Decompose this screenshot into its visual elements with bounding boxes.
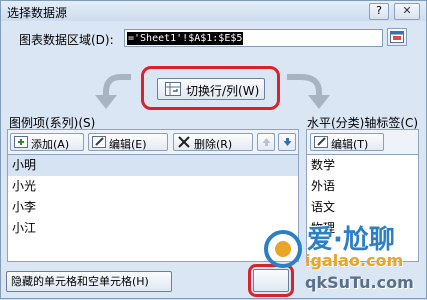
delete-series-button[interactable]: 删除(R) [173,133,253,151]
edit-axis-labels-label: 编辑(T) [331,138,369,151]
delete-icon [178,136,190,148]
edit-icon [92,136,106,148]
list-item[interactable]: 外语 [307,176,418,197]
watermark-domain: igalao.com [305,251,404,270]
help-button[interactable]: ? [369,3,389,20]
edit-axis-labels-button[interactable]: 编辑(T) [310,133,384,151]
hidden-and-empty-cells-button[interactable]: 隐藏的单元格和空单元格(H) [6,271,172,292]
list-item[interactable]: 小李 [8,197,298,218]
list-item[interactable]: 小光 [8,176,298,197]
watermark-domain-secondary: qkSuTu.com [305,273,414,292]
add-icon [14,136,28,148]
move-up-button[interactable] [257,133,275,151]
close-button[interactable]: ✕ [394,3,420,20]
data-range-value: ='Sheet1'!$A$1:$E$5 [127,32,244,45]
data-range-input[interactable]: ='Sheet1'!$A$1:$E$5 [124,29,383,47]
list-item[interactable]: 小江 [8,218,298,239]
collapse-dialog-icon [390,31,404,43]
edit-icon [314,136,328,148]
edit-series-button[interactable]: 编辑(E) [88,133,168,151]
legend-series-list: 小明 小光 小李 小江 [7,154,299,262]
dialog-title: 选择数据源 [7,6,68,20]
watermark-logo-icon [264,230,302,268]
add-series-label: 添加(A) [31,138,70,151]
arrow-up-icon [262,138,271,146]
list-item[interactable]: 小明 [8,155,298,176]
legend-toolbar: 添加(A) 编辑(E) 删除(R) [7,129,299,154]
list-item[interactable]: 语文 [307,197,418,218]
edit-series-label: 编辑(E) [109,138,147,151]
delete-series-label: 删除(R) [194,138,233,151]
data-range-label: 图表数据区域(D): [19,33,114,47]
move-down-button[interactable] [278,133,296,151]
switch-button-highlight [141,66,280,110]
add-series-button[interactable]: 添加(A) [10,133,84,151]
collapse-dialog-button[interactable] [387,28,407,46]
arrow-down-icon [283,138,292,146]
title-bar: 选择数据源 ? ✕ [1,1,426,21]
axis-toolbar: 编辑(T) [306,129,419,154]
select-data-source-dialog: 选择数据源 ? ✕ 图表数据区域(D): ='Sheet1'!$A$1:$E$5… [0,0,427,299]
list-item[interactable]: 数学 [307,155,418,176]
watermark: 爱·尬聊 igalao.com qkSuTu.com [263,217,427,300]
